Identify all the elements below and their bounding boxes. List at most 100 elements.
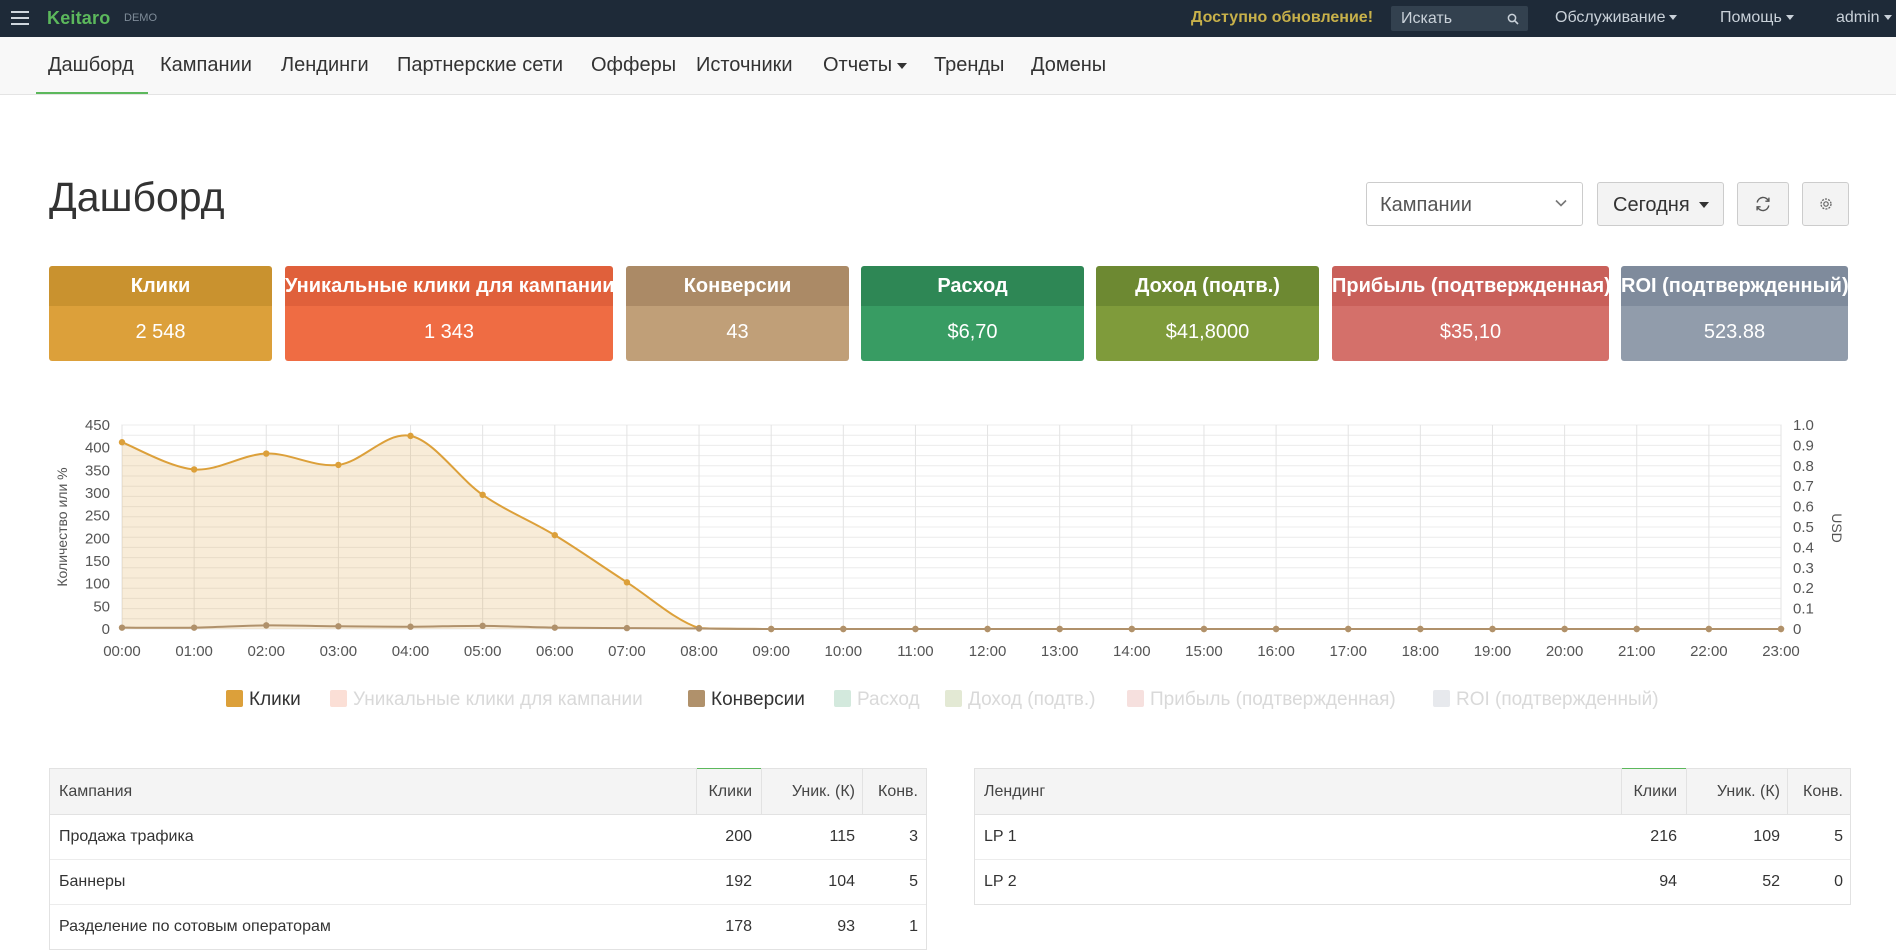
legend-swatch [834, 690, 851, 707]
table-row[interactable]: LP 2 94 52 0 [975, 860, 1850, 904]
data-point [767, 625, 775, 633]
y2-tick-label: 0.6 [1793, 499, 1814, 516]
landing-conversions: 0 [1834, 873, 1843, 890]
landing-clicks: 94 [1659, 873, 1677, 890]
legend-item[interactable]: Расход [834, 689, 920, 711]
y-axis-label: Количество или % [54, 467, 70, 586]
campaign-conversions: 1 [909, 918, 918, 935]
y-tick-label: 350 [85, 462, 110, 479]
nav-affiliate-networks[interactable]: Партнерские сети [397, 54, 563, 77]
legend-swatch [688, 690, 705, 707]
data-point [118, 439, 126, 446]
data-point [190, 624, 198, 631]
nav-reports[interactable]: Отчеты [823, 54, 908, 77]
campaign-name[interactable]: Продажа трафика [59, 815, 194, 859]
help-menu[interactable]: Помощь [1720, 9, 1794, 27]
data-point [1272, 625, 1280, 633]
stat-card: Клики 2 548 [49, 266, 272, 361]
data-point [479, 622, 486, 630]
data-point [1200, 625, 1208, 633]
user-menu[interactable]: admin [1836, 9, 1892, 27]
settings-button[interactable] [1802, 182, 1849, 226]
group-select-value: Кампании [1380, 194, 1472, 216]
legend-item[interactable]: Прибыль (подтвержденная) [1127, 689, 1396, 711]
y2-tick-label: 0.5 [1793, 519, 1814, 536]
nav-landings[interactable]: Лендинги [281, 54, 369, 77]
nav-offers[interactable]: Офферы [591, 54, 676, 77]
y2-tick-label: 1.0 [1793, 417, 1814, 434]
col-clicks[interactable]: Клики [708, 769, 752, 814]
data-point [551, 531, 558, 539]
brand-logo[interactable]: Keitaro [47, 8, 110, 29]
stat-card-label: Клики [49, 266, 272, 306]
chevron-down-icon [1883, 15, 1892, 21]
landing-name[interactable]: LP 1 [984, 815, 1017, 859]
x-tick-label: 05:00 [464, 643, 502, 660]
y-tick-label: 200 [85, 530, 110, 547]
stat-card: Доход (подтв.) $41,8000 [1096, 266, 1319, 361]
col-conversions[interactable]: Конв. [878, 769, 918, 814]
col-landing[interactable]: Лендинг [984, 769, 1045, 814]
col-clicks[interactable]: Клики [1633, 769, 1677, 814]
page-title: Дашборд [49, 174, 225, 220]
y2-tick-label: 0 [1793, 621, 1801, 638]
x-tick-label: 22:00 [1690, 643, 1728, 660]
data-point [1345, 625, 1352, 633]
legend-item[interactable]: Доход (подтв.) [945, 689, 1096, 711]
col-unique[interactable]: Уник. (К) [1717, 769, 1780, 814]
data-point [335, 461, 342, 469]
stat-card-value: 523.88 [1621, 306, 1848, 361]
campaign-name[interactable]: Баннеры [59, 860, 125, 904]
landing-name[interactable]: LP 2 [984, 860, 1017, 904]
col-unique[interactable]: Уник. (К) [792, 769, 855, 814]
legend-item[interactable]: Уникальные клики для кампании [330, 689, 643, 711]
nav-domains[interactable]: Домены [1031, 54, 1106, 77]
col-campaign[interactable]: Кампания [59, 769, 132, 814]
y2-axis-label: USD [1829, 513, 1845, 543]
search-input[interactable] [1401, 6, 1501, 31]
series-area [122, 435, 1781, 629]
user-menu-label: admin [1836, 9, 1880, 26]
x-tick-label: 11:00 [897, 643, 933, 660]
x-tick-label: 19:00 [1474, 643, 1512, 660]
chevron-down-icon [897, 62, 908, 69]
campaign-name[interactable]: Разделение по сотовым операторам [59, 905, 331, 949]
legend-item[interactable]: Конверсии [688, 689, 805, 711]
x-tick-label: 15:00 [1185, 643, 1223, 660]
table-row[interactable]: LP 1 216 109 5 [975, 815, 1850, 860]
table-row[interactable]: Баннеры 192 104 5 [50, 860, 926, 905]
legend-swatch [330, 690, 347, 707]
legend-label: Расход [857, 689, 920, 710]
table-row[interactable]: Продажа трафика 200 115 3 [50, 815, 926, 860]
y2-tick-label: 0.3 [1793, 560, 1814, 577]
search-icon[interactable] [1507, 13, 1519, 25]
group-select[interactable]: Кампании [1366, 182, 1583, 226]
service-menu[interactable]: Обслуживание [1555, 9, 1678, 27]
nav-dashboard[interactable]: Дашборд [48, 54, 134, 77]
data-point [407, 432, 414, 440]
date-range-button[interactable]: Сегодня [1597, 182, 1724, 226]
y2-tick-label: 0.8 [1793, 458, 1814, 475]
data-point [1128, 625, 1136, 633]
refresh-button[interactable] [1737, 182, 1789, 226]
nav-campaigns[interactable]: Кампании [160, 54, 252, 77]
x-tick-label: 12:00 [969, 643, 1007, 660]
landing-conversions: 5 [1834, 828, 1843, 845]
x-tick-label: 17:00 [1329, 643, 1367, 660]
legend-label: Конверсии [711, 689, 805, 710]
legend-item[interactable]: Клики [226, 689, 301, 711]
data-point [1705, 625, 1713, 633]
col-conversions[interactable]: Конв. [1803, 769, 1843, 814]
stat-card-label: Прибыль (подтвержденная) [1332, 266, 1609, 306]
campaign-unique: 104 [828, 873, 855, 890]
update-notice-link[interactable]: Доступно обновление! [1191, 9, 1373, 27]
nav-sources[interactable]: Источники [696, 54, 793, 77]
legend-item[interactable]: ROI (подтвержденный) [1433, 689, 1659, 711]
legend-label: ROI (подтвержденный) [1456, 689, 1659, 710]
nav-trends[interactable]: Тренды [934, 54, 1004, 77]
data-point [551, 624, 558, 631]
x-tick-label: 00:00 [103, 643, 141, 660]
data-point [335, 623, 342, 630]
menu-icon[interactable] [11, 11, 29, 25]
table-row[interactable]: Разделение по сотовым операторам 178 93 … [50, 905, 926, 949]
